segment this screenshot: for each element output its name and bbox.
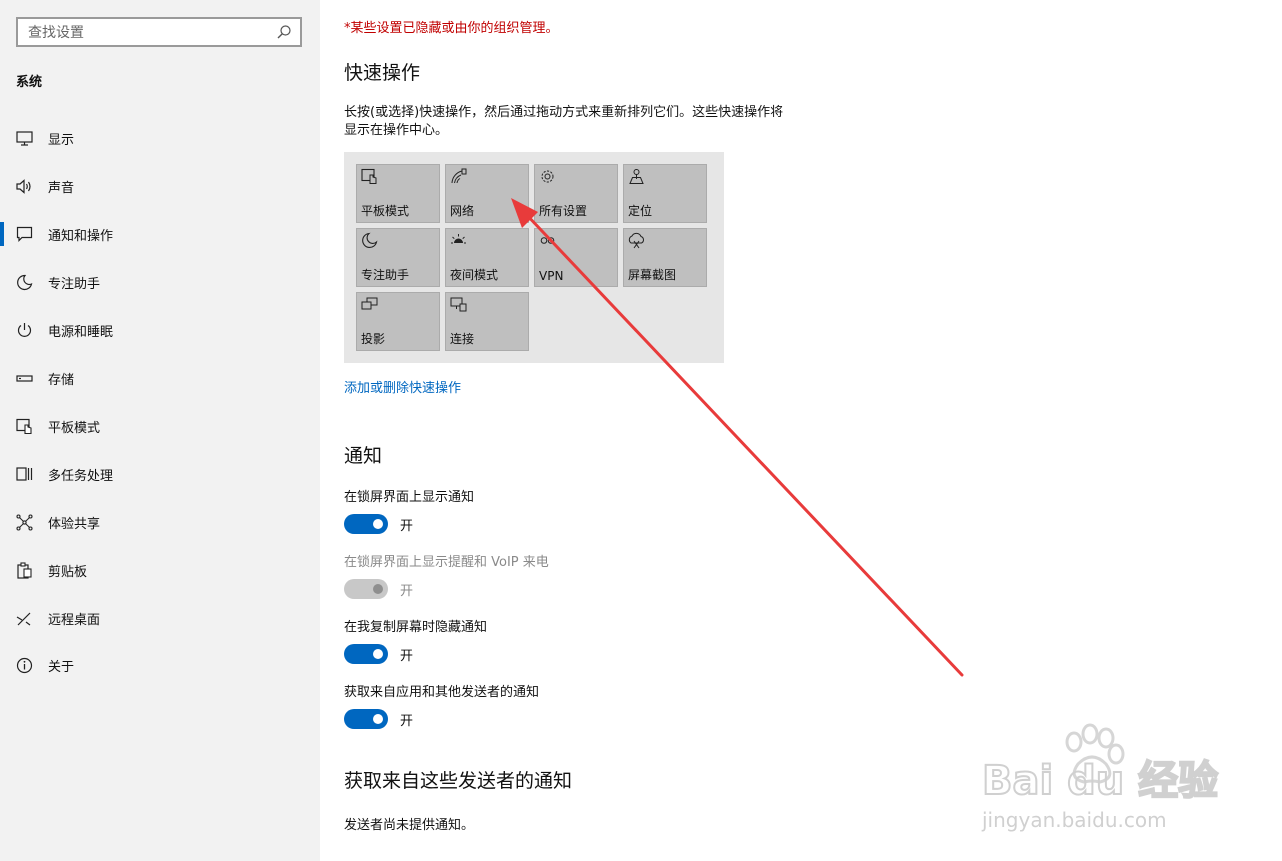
- setting-label-lockscreen-notifications: 在锁屏界面上显示通知: [344, 490, 475, 505]
- remote-desktop-icon: [16, 612, 31, 626]
- clipboard-icon: [17, 562, 32, 579]
- quick-action-label: 定位: [628, 204, 653, 218]
- project-icon: [361, 297, 378, 310]
- toggle-knob: [373, 649, 383, 659]
- setting-label-lockscreen-reminders-voip: 在锁屏界面上显示提醒和 VoIP 来电: [344, 555, 549, 570]
- location-icon: [629, 169, 644, 184]
- toggle-knob: [373, 519, 383, 529]
- sidebar-item-label: 显示: [48, 133, 75, 148]
- quick-action-location[interactable]: 定位: [623, 164, 707, 223]
- search-icon[interactable]: [276, 24, 292, 40]
- quick-action-network[interactable]: 网络: [445, 164, 529, 223]
- toggle-hide-when-duplicating[interactable]: [344, 644, 388, 664]
- vpn-icon: [540, 237, 555, 244]
- search-box[interactable]: [16, 17, 302, 47]
- connect-icon: [450, 297, 467, 312]
- sidebar-item-power[interactable]: 电源和睡眠: [0, 310, 320, 350]
- sidebar-item-label: 剪贴板: [48, 565, 88, 580]
- quick-action-focus-assist[interactable]: 专注助手: [356, 228, 440, 287]
- toggle-lockscreen-reminders-voip: [344, 579, 388, 599]
- sidebar-item-about[interactable]: 关于: [0, 645, 320, 685]
- toggle-knob: [373, 714, 383, 724]
- quick-action-vpn[interactable]: VPN: [534, 228, 618, 287]
- share-icon: [16, 514, 33, 531]
- sidebar-item-label: 通知和操作: [48, 229, 114, 244]
- quick-action-project[interactable]: 投影: [356, 292, 440, 351]
- sidebar-item-tablet-mode[interactable]: 平板模式: [0, 406, 320, 446]
- storage-icon: [16, 375, 33, 382]
- screenshot-icon: [628, 232, 644, 249]
- quick-action-connect[interactable]: 连接: [445, 292, 529, 351]
- toggle-app-notifications[interactable]: [344, 709, 388, 729]
- senders-section-title: 获取来自这些发送者的通知: [344, 770, 573, 792]
- sidebar-item-label: 远程桌面: [48, 613, 101, 628]
- search-input[interactable]: [26, 23, 270, 43]
- quick-action-night-light[interactable]: 夜间模式: [445, 228, 529, 287]
- sidebar-item-focus-assist[interactable]: 专注助手: [0, 262, 320, 302]
- quick-action-label: VPN: [539, 269, 564, 283]
- power-icon: [17, 323, 32, 337]
- quick-action-label: 投影: [361, 332, 386, 346]
- sidebar-item-label: 多任务处理: [48, 469, 114, 484]
- quick-action-screenshot[interactable]: 屏幕截图: [623, 228, 707, 287]
- brightness-icon: [451, 234, 466, 244]
- quick-action-tablet-mode[interactable]: 平板模式: [356, 164, 440, 223]
- sidebar-item-multitasking[interactable]: 多任务处理: [0, 454, 320, 494]
- sidebar-item-sound[interactable]: 声音: [0, 166, 320, 206]
- quick-action-all-settings[interactable]: 所有设置: [534, 164, 618, 223]
- tablet-mode-icon: [361, 168, 377, 184]
- toggle-lockscreen-notifications[interactable]: [344, 514, 388, 534]
- monitor-icon: [16, 131, 33, 146]
- quick-actions-panel: 平板模式 网络 所有设置 定位 专注助手 夜间模式 VPN 屏幕截图 投影 连接: [344, 152, 724, 363]
- quick-action-label: 连接: [450, 332, 475, 346]
- sidebar-item-label: 存储: [48, 373, 75, 388]
- toggle-state-label: 开: [400, 649, 414, 664]
- notifications-title: 通知: [344, 445, 383, 467]
- sidebar-item-notifications[interactable]: 通知和操作: [0, 214, 320, 254]
- quick-actions-description: 长按(或选择)快速操作，然后通过拖动方式来重新排列它们。这些快速操作将显示在操作…: [344, 105, 784, 138]
- sidebar-item-clipboard[interactable]: 剪贴板: [0, 550, 320, 590]
- sidebar-item-label: 平板模式: [48, 421, 101, 436]
- sidebar-item-label: 声音: [48, 181, 75, 196]
- sidebar-item-storage[interactable]: 存储: [0, 358, 320, 398]
- org-managed-note: *某些设置已隐藏或由你的组织管理。: [344, 21, 559, 36]
- speaker-icon: [16, 179, 31, 194]
- moon-icon: [17, 274, 33, 291]
- add-remove-quick-actions-link[interactable]: 添加或删除快速操作: [344, 377, 461, 396]
- quick-action-label: 所有设置: [539, 204, 588, 218]
- sidebar-item-label: 关于: [48, 660, 75, 675]
- sidebar-item-remote-desktop[interactable]: 远程桌面: [0, 598, 320, 638]
- quick-action-label: 夜间模式: [450, 268, 499, 282]
- sidebar-item-display[interactable]: 显示: [0, 118, 320, 158]
- sidebar-item-shared-experiences[interactable]: 体验共享: [0, 502, 320, 542]
- quick-action-label: 网络: [450, 204, 475, 218]
- sidebar-item-label: 体验共享: [48, 517, 101, 532]
- quick-action-label: 屏幕截图: [628, 268, 677, 282]
- info-icon: [16, 657, 33, 674]
- sidebar-item-label: 电源和睡眠: [48, 325, 114, 340]
- network-icon: [451, 168, 467, 184]
- setting-label-app-notifications: 获取来自应用和其他发送者的通知: [344, 685, 540, 700]
- toggle-state-label: 开: [400, 714, 414, 729]
- watermark-logo-text: Bai du 经验: [982, 758, 1218, 804]
- gear-icon: [541, 170, 554, 183]
- quick-action-label: 专注助手: [361, 268, 410, 282]
- toggle-knob: [373, 584, 383, 594]
- setting-label-hide-when-duplicating: 在我复制屏幕时隐藏通知: [344, 620, 488, 635]
- tablet-mode-icon: [16, 418, 32, 435]
- active-indicator: [0, 222, 4, 246]
- sidebar-section-title: 系统: [16, 75, 43, 90]
- sidebar-item-label: 专注助手: [48, 277, 101, 292]
- notification-icon: [16, 226, 33, 242]
- quick-action-label: 平板模式: [361, 204, 410, 218]
- multitask-icon: [16, 467, 33, 481]
- sidebar: 系统 显示 声音 通知和操作 专注助手 电源和睡眠: [0, 0, 320, 861]
- toggle-state-label: 开: [400, 519, 414, 534]
- toggle-state-label: 开: [400, 584, 414, 599]
- quick-actions-title: 快速操作: [344, 62, 421, 84]
- moon-icon: [362, 232, 378, 248]
- watermark-url: jingyan.baidu.com: [982, 808, 1167, 832]
- senders-empty-note: 发送者尚未提供通知。: [344, 818, 475, 833]
